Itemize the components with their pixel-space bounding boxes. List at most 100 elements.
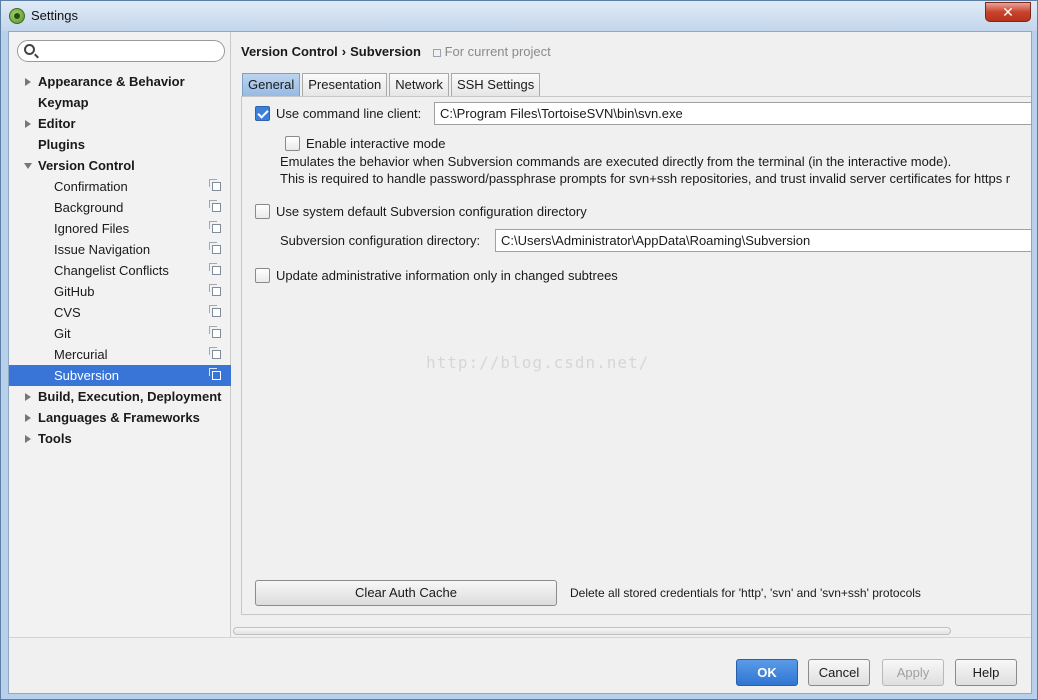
settings-sidebar: Appearance & Behavior Keymap Editor Plugins… bbox=[9, 32, 231, 637]
sidebar-item-languages-frameworks[interactable]: Languages & Frameworks bbox=[9, 407, 231, 428]
general-panel: Use command line client: C:\Program File… bbox=[241, 96, 1032, 615]
sidebar-item-ignored-files[interactable]: Ignored Files bbox=[9, 218, 231, 239]
sidebar-item-version-control[interactable]: Version Control bbox=[9, 155, 231, 176]
config-dir-label: Subversion configuration directory: bbox=[280, 233, 481, 248]
sidebar-item-label: Mercurial bbox=[54, 347, 108, 362]
sidebar-item-label: Version Control bbox=[38, 158, 135, 173]
tab-presentation[interactable]: Presentation bbox=[302, 73, 388, 96]
project-settings-icon bbox=[209, 326, 221, 338]
project-scope: For current project bbox=[432, 44, 551, 59]
project-settings-icon bbox=[209, 305, 221, 317]
sidebar-item-subversion[interactable]: Subversion bbox=[9, 365, 231, 386]
title-bar[interactable]: Settings ✕ bbox=[1, 1, 1037, 31]
search-field[interactable] bbox=[17, 40, 225, 62]
sidebar-item-confirmation[interactable]: Confirmation bbox=[9, 176, 231, 197]
sidebar-item-tools[interactable]: Tools bbox=[9, 428, 231, 449]
project-settings-icon bbox=[209, 221, 221, 233]
sidebar-item-label: Ignored Files bbox=[54, 221, 130, 236]
apply-button[interactable]: Apply bbox=[882, 659, 944, 686]
sidebar-item-label: Build, Execution, Deployment bbox=[38, 389, 222, 404]
sidebar-item-label: Changelist Conflicts bbox=[54, 263, 169, 278]
sidebar-item-keymap[interactable]: Keymap bbox=[9, 92, 231, 113]
system-default-dir-label: Use system default Subversion configurat… bbox=[276, 204, 587, 219]
description-line-2: This is required to handle password/pass… bbox=[280, 171, 1011, 186]
project-settings-icon bbox=[209, 242, 221, 254]
sidebar-item-label: Background bbox=[54, 200, 124, 215]
help-button[interactable]: Help bbox=[955, 659, 1017, 686]
sidebar-item-changelist-conflicts[interactable]: Changelist Conflicts bbox=[9, 260, 231, 281]
sidebar-item-label: Git bbox=[54, 326, 71, 341]
project-settings-icon bbox=[209, 368, 221, 380]
cancel-button[interactable]: Cancel bbox=[808, 659, 870, 686]
breadcrumb-current: Subversion bbox=[350, 44, 421, 59]
breadcrumb: Version Control › Subversion For current p… bbox=[241, 44, 551, 59]
description-line-1: Emulates the behavior when Subversion co… bbox=[280, 154, 952, 169]
search-input[interactable] bbox=[40, 43, 220, 59]
breadcrumb-separator: › bbox=[341, 44, 347, 59]
window-title: Settings bbox=[31, 8, 78, 23]
settings-window: Settings ✕ Appearance & Behavior Keymap Ed… bbox=[0, 0, 1038, 700]
ok-button[interactable]: OK bbox=[736, 659, 798, 686]
sidebar-item-label: Tools bbox=[38, 431, 72, 446]
use-cmd-client-checkbox[interactable] bbox=[255, 106, 270, 121]
project-settings-icon bbox=[209, 347, 221, 359]
sidebar-item-editor[interactable]: Editor bbox=[9, 113, 231, 134]
project-scope-label: For current project bbox=[444, 44, 551, 59]
sidebar-item-label: Editor bbox=[38, 116, 76, 131]
sidebar-item-label: Languages & Frameworks bbox=[38, 410, 200, 425]
use-cmd-client-label: Use command line client: bbox=[276, 106, 422, 121]
project-settings-icon bbox=[209, 200, 221, 212]
sidebar-item-label: Plugins bbox=[38, 137, 85, 152]
chevron-right-icon[interactable] bbox=[25, 393, 31, 401]
sidebar-item-plugins[interactable]: Plugins bbox=[9, 134, 231, 155]
dialog-footer: OK Cancel Apply Help bbox=[9, 637, 1031, 693]
sidebar-item-appearance-behavior[interactable]: Appearance & Behavior bbox=[9, 71, 231, 92]
sidebar-item-git[interactable]: Git bbox=[9, 323, 231, 344]
sidebar-item-label: Subversion bbox=[54, 368, 120, 383]
sidebar-item-build-execution-deployment[interactable]: Build, Execution, Deployment bbox=[9, 386, 231, 407]
sidebar-item-cvs[interactable]: CVS bbox=[9, 302, 231, 323]
watermark: http://blog.csdn.net/ bbox=[426, 353, 650, 372]
chevron-right-icon[interactable] bbox=[25, 78, 31, 86]
interactive-mode-description: Emulates the behavior when Subversion co… bbox=[280, 153, 1010, 187]
interactive-mode-checkbox[interactable] bbox=[285, 136, 300, 151]
tab-ssh-settings[interactable]: SSH Settings bbox=[450, 73, 541, 96]
system-default-dir-checkbox[interactable] bbox=[255, 204, 270, 219]
close-button[interactable]: ✕ bbox=[985, 2, 1031, 22]
tab-bar: General Presentation Network SSH Setting… bbox=[242, 73, 542, 96]
settings-tree: Appearance & Behavior Keymap Editor Plugins… bbox=[9, 71, 231, 449]
tab-general[interactable]: General bbox=[242, 73, 301, 96]
android-studio-icon bbox=[9, 8, 25, 24]
clear-auth-cache-button[interactable]: Clear Auth Cache bbox=[255, 580, 557, 606]
sidebar-item-background[interactable]: Background bbox=[9, 197, 231, 218]
sidebar-item-mercurial[interactable]: Mercurial bbox=[9, 344, 231, 365]
sidebar-item-label: CVS bbox=[54, 305, 81, 320]
search-icon bbox=[24, 44, 35, 55]
interactive-mode-label: Enable interactive mode bbox=[306, 136, 446, 151]
chevron-right-icon[interactable] bbox=[25, 435, 31, 443]
update-admin-info-checkbox[interactable] bbox=[255, 268, 270, 283]
sidebar-item-label: Confirmation bbox=[54, 179, 128, 194]
update-admin-info-label: Update administrative information only i… bbox=[276, 268, 618, 283]
project-settings-icon bbox=[209, 179, 221, 191]
chevron-right-icon[interactable] bbox=[25, 414, 31, 422]
dialog-content: Appearance & Behavior Keymap Editor Plugins… bbox=[8, 31, 1032, 694]
project-settings-icon bbox=[209, 284, 221, 296]
sidebar-item-issue-navigation[interactable]: Issue Navigation bbox=[9, 239, 231, 260]
project-settings-icon bbox=[209, 263, 221, 275]
chevron-down-icon[interactable] bbox=[24, 163, 32, 169]
config-dir-field[interactable]: C:\Users\Administrator\AppData\Roaming\S… bbox=[495, 229, 1032, 252]
clear-auth-description: Delete all stored credentials for 'http'… bbox=[570, 586, 921, 600]
sidebar-item-label: GitHub bbox=[54, 284, 95, 299]
sidebar-item-label: Keymap bbox=[38, 95, 89, 110]
svn-executable-field[interactable]: C:\Program Files\TortoiseSVN\bin\svn.exe bbox=[434, 102, 1032, 125]
settings-main: Version Control › Subversion For current p… bbox=[231, 32, 1032, 637]
sidebar-item-label: Appearance & Behavior bbox=[38, 74, 185, 89]
horizontal-scrollbar[interactable] bbox=[233, 627, 951, 635]
sidebar-item-github[interactable]: GitHub bbox=[9, 281, 231, 302]
breadcrumb-parent: Version Control bbox=[241, 44, 338, 59]
chevron-right-icon[interactable] bbox=[25, 120, 31, 128]
tab-network[interactable]: Network bbox=[389, 73, 449, 96]
sidebar-item-label: Issue Navigation bbox=[54, 242, 151, 257]
project-scope-icon bbox=[432, 49, 441, 57]
